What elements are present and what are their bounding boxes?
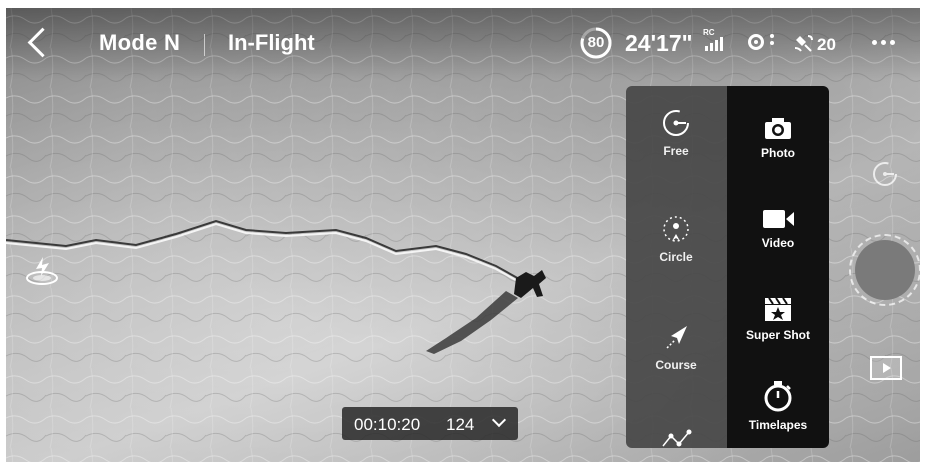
- back-icon[interactable]: [27, 27, 58, 58]
- more-options-icon[interactable]: [872, 40, 896, 46]
- top-status-bar: Mode N In-Flight 80 24'17" RC 20: [6, 8, 920, 80]
- battery-percent: 80: [587, 34, 605, 51]
- menu-item-circle[interactable]: Circle: [626, 214, 726, 264]
- video-icon: [763, 210, 794, 228]
- capture-info-dropdown[interactable]: 00:10:20 124: [342, 407, 518, 440]
- menu-label-course: Course: [655, 358, 697, 372]
- menu-item-course[interactable]: Course: [626, 322, 726, 372]
- menu-label-super-shot: Super Shot: [745, 328, 810, 342]
- recording-time: 00:10:20: [354, 415, 421, 434]
- menu-item-super-shot[interactable]: Super Shot: [728, 296, 828, 342]
- flight-mode[interactable]: Mode N: [99, 30, 180, 56]
- home-point-icon: [26, 257, 58, 285]
- vision-status-icon: [770, 34, 774, 52]
- circle-mode-icon: [663, 216, 689, 242]
- shooting-mode-menu: Free Circle Course Photo Video Super Sho…: [626, 86, 829, 448]
- intelligent-mode-list: Free Circle Course: [626, 86, 727, 448]
- waypoint-mode-icon[interactable]: [661, 426, 693, 448]
- menu-label-timelapse: Timelapes: [748, 418, 808, 432]
- free-mode-icon: [663, 110, 689, 136]
- menu-item-video[interactable]: Video: [728, 208, 828, 250]
- shutter-button[interactable]: [849, 234, 920, 306]
- stopwatch-icon: [764, 381, 792, 412]
- shutter-button-inner: [855, 240, 915, 300]
- menu-item-timelapse[interactable]: Timelapes: [728, 380, 828, 432]
- rc-signal-icon[interactable]: [703, 37, 727, 51]
- menu-label-circle: Circle: [659, 250, 693, 264]
- gps-satellite-count: 20: [817, 35, 836, 54]
- menu-item-free[interactable]: Free: [626, 108, 726, 158]
- remaining-flight-time: 24'17": [625, 30, 693, 56]
- chevron-down-icon: [491, 412, 507, 428]
- menu-label-video: Video: [761, 236, 795, 250]
- battery-indicator[interactable]: 80: [580, 27, 612, 59]
- camera-view: Mode N In-Flight 80 24'17" RC 20 Free Ci…: [6, 8, 920, 462]
- menu-label-photo: Photo: [761, 146, 795, 160]
- menu-item-photo[interactable]: Photo: [728, 116, 828, 160]
- vision-sensor-icon[interactable]: [748, 34, 764, 50]
- camera-icon: [765, 118, 791, 139]
- satellite-icon[interactable]: [793, 33, 815, 53]
- course-mode-icon: [666, 326, 687, 349]
- flight-state: In-Flight: [228, 30, 315, 55]
- clapperboard-icon: [765, 297, 791, 321]
- rc-label: RC: [703, 28, 715, 37]
- remaining-shots: 124: [446, 415, 475, 434]
- free-mode-icon[interactable]: [872, 161, 898, 187]
- capture-mode-list: Photo Video Super Shot Timelapes: [727, 86, 829, 448]
- header-divider: [204, 34, 205, 56]
- playback-button[interactable]: [870, 356, 902, 380]
- menu-label-free: Free: [663, 144, 689, 158]
